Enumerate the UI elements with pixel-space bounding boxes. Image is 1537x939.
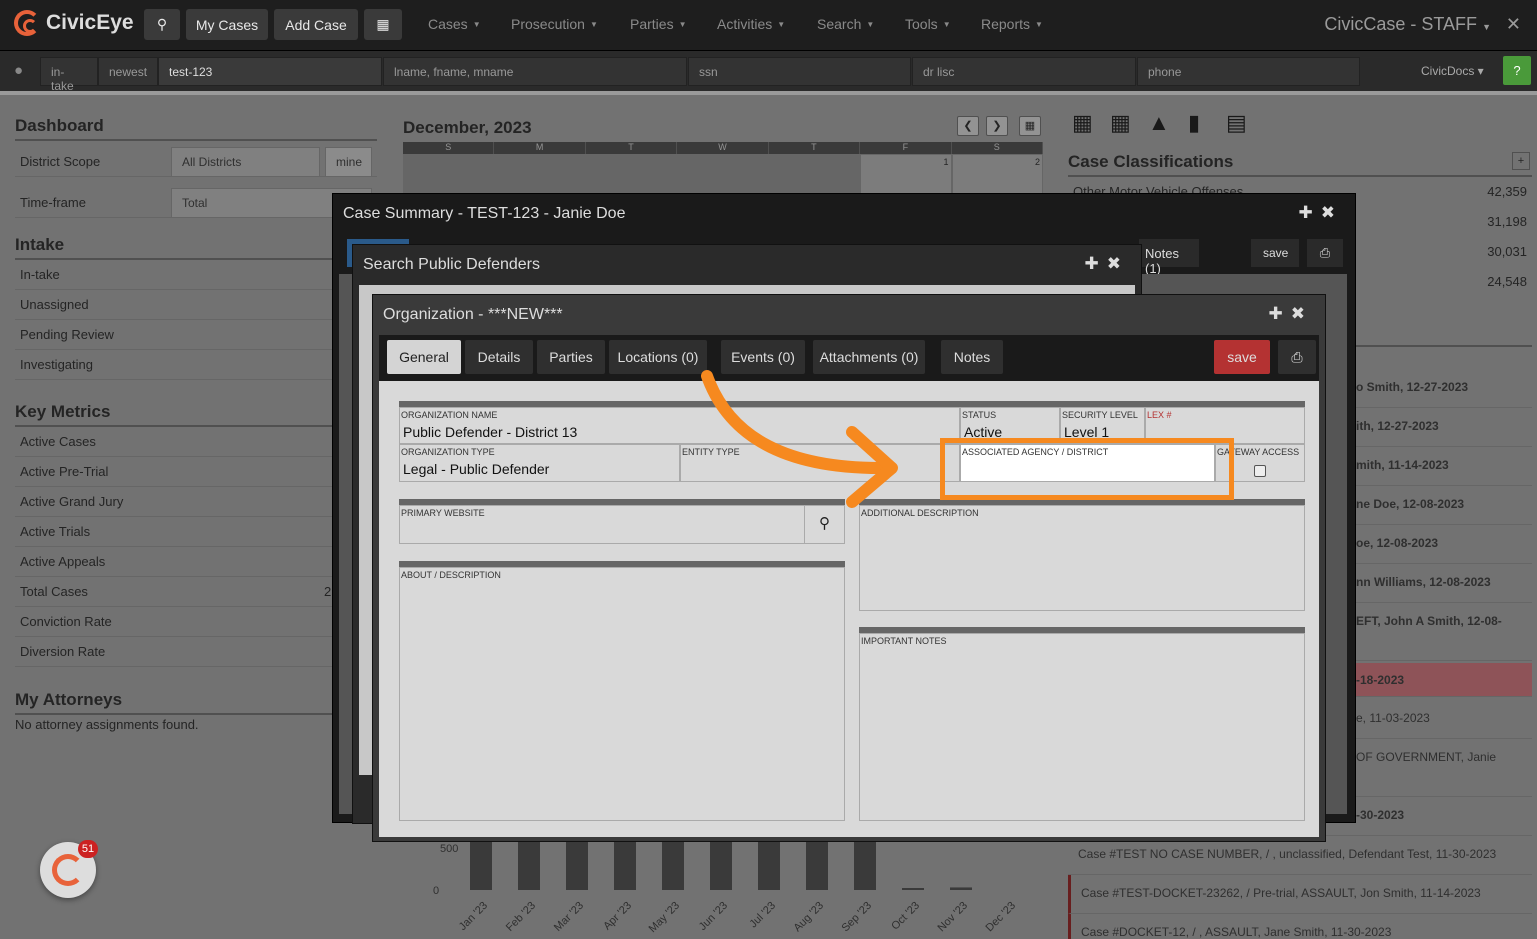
highlight-box — [940, 438, 1234, 500]
civiceye-logo-icon — [52, 854, 84, 886]
annotation-arrow — [701, 370, 898, 508]
notification-count-badge: 51 — [78, 840, 98, 858]
chat-launcher[interactable]: 51 — [40, 840, 98, 898]
